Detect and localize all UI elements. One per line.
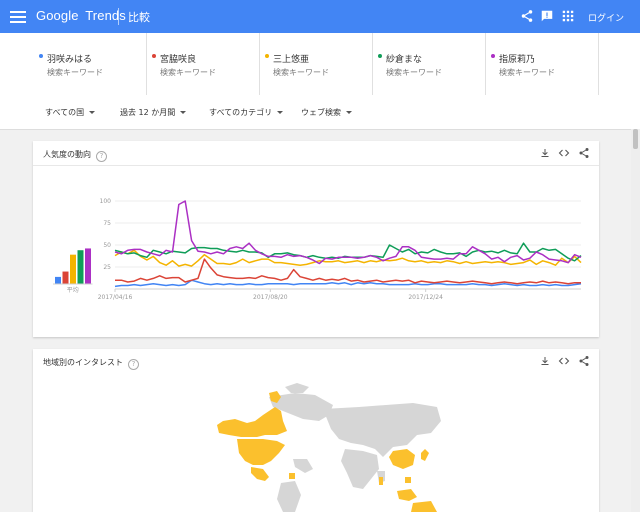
- logo-google: Google: [36, 8, 79, 23]
- term-name: 指原莉乃: [499, 55, 536, 65]
- average-bar: [62, 271, 69, 284]
- map-land: [269, 383, 441, 512]
- region-indonesia[interactable]: [397, 489, 417, 501]
- region-india[interactable]: [379, 477, 383, 485]
- series-color-dot: [491, 54, 495, 58]
- region-filter-dropdown[interactable]: すべての国: [45, 107, 96, 118]
- category-filter-dropdown[interactable]: すべてのカテゴリ: [209, 107, 284, 118]
- term-card[interactable]: 三上悠亜 検索キーワード: [259, 33, 373, 95]
- region-japan[interactable]: [421, 449, 429, 461]
- region-mexico[interactable]: [251, 467, 269, 481]
- apps-icon[interactable]: [561, 9, 575, 23]
- header-divider: [118, 8, 119, 25]
- share-icon[interactable]: [578, 147, 590, 159]
- x-tick-label: 2017/04/16: [98, 294, 133, 301]
- term-card[interactable]: 宮脇咲良 検索キーワード: [146, 33, 260, 95]
- y-tick-label: 75: [103, 220, 111, 227]
- x-tick-label: 2017/08/20: [253, 294, 288, 301]
- login-link[interactable]: ログイン: [588, 11, 624, 24]
- region-philippines[interactable]: [405, 477, 411, 483]
- filter-label: すべての国: [45, 108, 85, 117]
- region-china[interactable]: [389, 449, 415, 469]
- series-line: [114, 200, 582, 265]
- chevron-down-icon: [277, 111, 284, 114]
- menu-icon[interactable]: [10, 8, 26, 24]
- series-line: [114, 242, 582, 262]
- share-icon[interactable]: [520, 9, 534, 23]
- region-australia[interactable]: [411, 501, 437, 512]
- world-map: [217, 383, 441, 512]
- average-bar: [77, 250, 84, 284]
- filter-bar: すべての国 過去 12 か月間 すべてのカテゴリ ウェブ検索: [0, 95, 640, 130]
- series-color-dot: [265, 54, 269, 58]
- average-bar: [70, 254, 76, 284]
- term-name: 三上悠亜: [273, 55, 310, 65]
- page-title: 比較: [128, 11, 150, 24]
- filter-label: ウェブ検索: [301, 108, 341, 117]
- x-tick-label: 2017/12/24: [408, 294, 443, 301]
- filter-label: 過去 12 か月間: [120, 108, 176, 117]
- chevron-down-icon: [89, 111, 96, 114]
- term-name: 紗倉まな: [386, 55, 423, 65]
- time-range-filter-dropdown[interactable]: 過去 12 か月間: [120, 107, 187, 118]
- average-bar: [55, 276, 61, 284]
- term-type: 検索キーワード: [386, 68, 442, 77]
- y-tick-label: 100: [100, 198, 112, 205]
- region-canada[interactable]: [217, 407, 287, 437]
- term-card[interactable]: 紗倉まな 検索キーワード: [372, 33, 486, 95]
- compare-terms-bar: 羽咲みはる 検索キーワード 宮脇咲良 検索キーワード 三上悠亜 検索キーワード …: [0, 33, 640, 96]
- average-label: 平均: [67, 286, 79, 294]
- feedback-icon[interactable]: [540, 9, 554, 23]
- term-type: 検索キーワード: [160, 68, 216, 77]
- search-type-filter-dropdown[interactable]: ウェブ検索: [301, 107, 352, 118]
- y-tick-label: 25: [103, 264, 111, 271]
- filter-label: すべてのカテゴリ: [209, 108, 273, 117]
- interest-over-time-card: 人気度の動向? 100 75 50 25 2017/04/16 2017/08/20 201…: [33, 141, 599, 337]
- series-color-dot: [39, 54, 43, 58]
- region-caribbean[interactable]: [289, 473, 295, 479]
- card-title-text: 人気度の動向: [43, 150, 91, 159]
- term-name: 宮脇咲良: [160, 55, 197, 65]
- interest-line-chart: 100 75 50 25 2017/04/16 2017/08/20 2017/12/24 平…: [53, 198, 582, 301]
- term-type: 検索キーワード: [47, 68, 103, 77]
- app-bar: Google Trends 比較 ログイン: [0, 0, 640, 33]
- chevron-down-icon: [180, 111, 187, 114]
- term-card[interactable]: 指原莉乃 検索キーワード: [485, 33, 599, 95]
- help-icon[interactable]: ?: [96, 151, 107, 162]
- download-icon[interactable]: [539, 147, 551, 159]
- interest-by-region-card: 地域別のインタレスト?: [33, 349, 599, 512]
- card-divider: [33, 165, 599, 166]
- term-name: 羽咲みはる: [47, 55, 93, 65]
- page-scrollbar[interactable]: [631, 129, 640, 512]
- term-type: 検索キーワード: [499, 68, 555, 77]
- series-color-dot: [378, 54, 382, 58]
- y-tick-label: 50: [103, 242, 111, 249]
- average-bar: [85, 248, 91, 284]
- series-color-dot: [152, 54, 156, 58]
- card-title: 人気度の動向?: [43, 149, 107, 162]
- embed-icon[interactable]: [558, 147, 570, 159]
- term-type: 検索キーワード: [273, 68, 329, 77]
- scrollbar-thumb[interactable]: [633, 129, 638, 149]
- logo-trends: Trends: [85, 8, 126, 23]
- region-united-states[interactable]: [237, 439, 285, 465]
- term-card[interactable]: 羽咲みはる 検索キーワード: [33, 33, 147, 95]
- google-trends-logo[interactable]: Google Trends: [36, 8, 126, 23]
- chevron-down-icon: [346, 111, 352, 114]
